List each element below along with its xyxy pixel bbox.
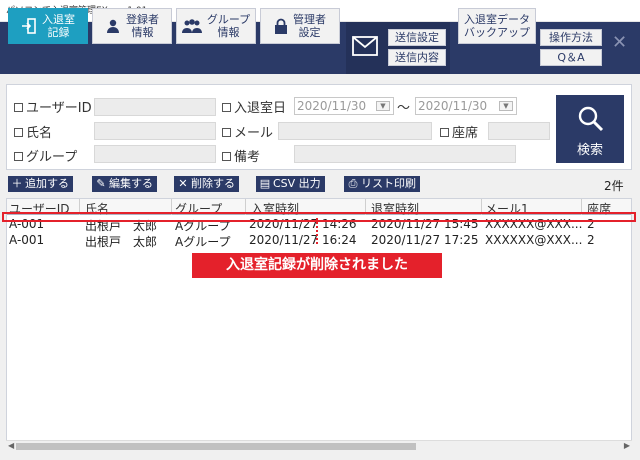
calendar-dropdown-icon[interactable]: ▼ (376, 101, 390, 111)
calendar-dropdown-icon[interactable]: ▼ (499, 101, 513, 111)
checkbox-icon[interactable] (14, 128, 23, 137)
records-table: ユーザーID 氏名 グループ 入室時刻 退室時刻 メール1 座席 A-001 出… (6, 198, 632, 452)
lock-icon (274, 18, 288, 34)
registrant-info-button[interactable]: 登録者 情報 (92, 8, 172, 44)
note-input[interactable] (294, 145, 516, 163)
add-button[interactable]: ＋追加する (8, 176, 73, 192)
mail-filter[interactable]: メール (222, 122, 273, 141)
printer-icon: ⎙ (348, 177, 358, 190)
user-id-input[interactable] (94, 98, 216, 116)
annotation-connector (316, 218, 318, 244)
checkbox-icon[interactable] (222, 128, 231, 137)
send-settings-button[interactable]: 送信設定 (388, 29, 446, 46)
deleted-row-highlight (2, 212, 636, 222)
send-content-button[interactable]: 送信内容 (388, 49, 446, 66)
entry-date-filter[interactable]: 入退室日 (222, 97, 286, 116)
x-icon: ✕ (178, 177, 188, 190)
user-id-filter[interactable]: ユーザーID (14, 97, 92, 116)
mail-input[interactable] (278, 122, 432, 140)
scroll-left-icon[interactable]: ◀ (8, 441, 14, 450)
cell-mail: XXXXXX@XXX... (485, 233, 583, 247)
deletion-message: 入退室記録が削除されました (192, 253, 442, 278)
table-row[interactable]: A-001 出根戸 太郎 Aグループ 2020/11/27 16:24 2020… (7, 233, 631, 249)
date-from-input[interactable]: 2020/11/30 ▼ (294, 97, 394, 115)
plus-icon: ＋ (11, 177, 23, 190)
person-icon (105, 18, 121, 34)
cell-seat: 2 (587, 233, 595, 247)
name-filter[interactable]: 氏名 (14, 122, 52, 141)
horizontal-scrollbar[interactable]: ◀ ▶ (6, 440, 632, 452)
cell-entry-time: 2020/11/27 16:24 (249, 233, 357, 247)
name-input[interactable] (94, 122, 216, 140)
checkbox-icon[interactable] (440, 128, 449, 137)
backup-label: 入退室データ バックアップ (464, 13, 530, 39)
close-icon[interactable]: ✕ (612, 32, 627, 53)
how-to-button[interactable]: 操作方法 (540, 29, 602, 46)
registrant-info-label: 登録者 情報 (126, 13, 159, 39)
edit-button[interactable]: ✎ 編集する (92, 176, 157, 192)
admin-settings-label: 管理者 設定 (293, 13, 326, 39)
search-button-label: 検索 (576, 143, 603, 158)
backup-button[interactable]: 入退室データ バックアップ (458, 8, 536, 44)
login-icon (21, 18, 37, 34)
note-filter[interactable]: 備考 (222, 146, 260, 165)
group-info-label: グループ 情報 (206, 13, 251, 39)
seat-input[interactable] (488, 122, 550, 140)
checkbox-icon[interactable] (14, 103, 23, 112)
record-count: 2件 (604, 179, 624, 193)
qa-button[interactable]: Q＆A (540, 49, 602, 66)
mail-icon (352, 36, 378, 59)
cell-exit-time: 2020/11/27 17:25 (371, 233, 479, 247)
cell-user-id: A-001 (9, 233, 45, 247)
delete-button[interactable]: ✕ 削除する (174, 176, 239, 192)
search-button[interactable]: 検索 (556, 95, 624, 163)
checkbox-icon[interactable] (222, 103, 231, 112)
group-filter[interactable]: グループ (14, 146, 77, 165)
group-input[interactable] (94, 145, 216, 163)
print-list-button[interactable]: ⎙ リスト印刷 (344, 176, 420, 192)
scroll-right-icon[interactable]: ▶ (624, 441, 630, 450)
group-icon (181, 18, 202, 34)
group-info-button[interactable]: グループ 情報 (176, 8, 256, 44)
checkbox-icon[interactable] (14, 152, 23, 161)
cell-group: Aグループ (175, 235, 231, 249)
admin-settings-button[interactable]: 管理者 設定 (260, 8, 340, 44)
seat-filter[interactable]: 座席 (440, 122, 478, 141)
document-icon: ▤ (259, 177, 271, 190)
checkbox-icon[interactable] (222, 152, 231, 161)
entry-record-button[interactable]: 入退室 記録 (8, 8, 88, 44)
date-range-tilde: ～ (397, 101, 411, 116)
csv-export-button[interactable]: ▤ CSV 出力 (256, 176, 325, 192)
scrollbar-thumb[interactable] (16, 443, 416, 450)
date-to-input[interactable]: 2020/11/30 ▼ (415, 97, 517, 115)
pencil-icon: ✎ (96, 177, 106, 190)
entry-record-label: 入退室 記録 (42, 13, 75, 39)
search-icon (577, 105, 605, 136)
cell-name: 出根戸 太郎 (85, 235, 158, 249)
